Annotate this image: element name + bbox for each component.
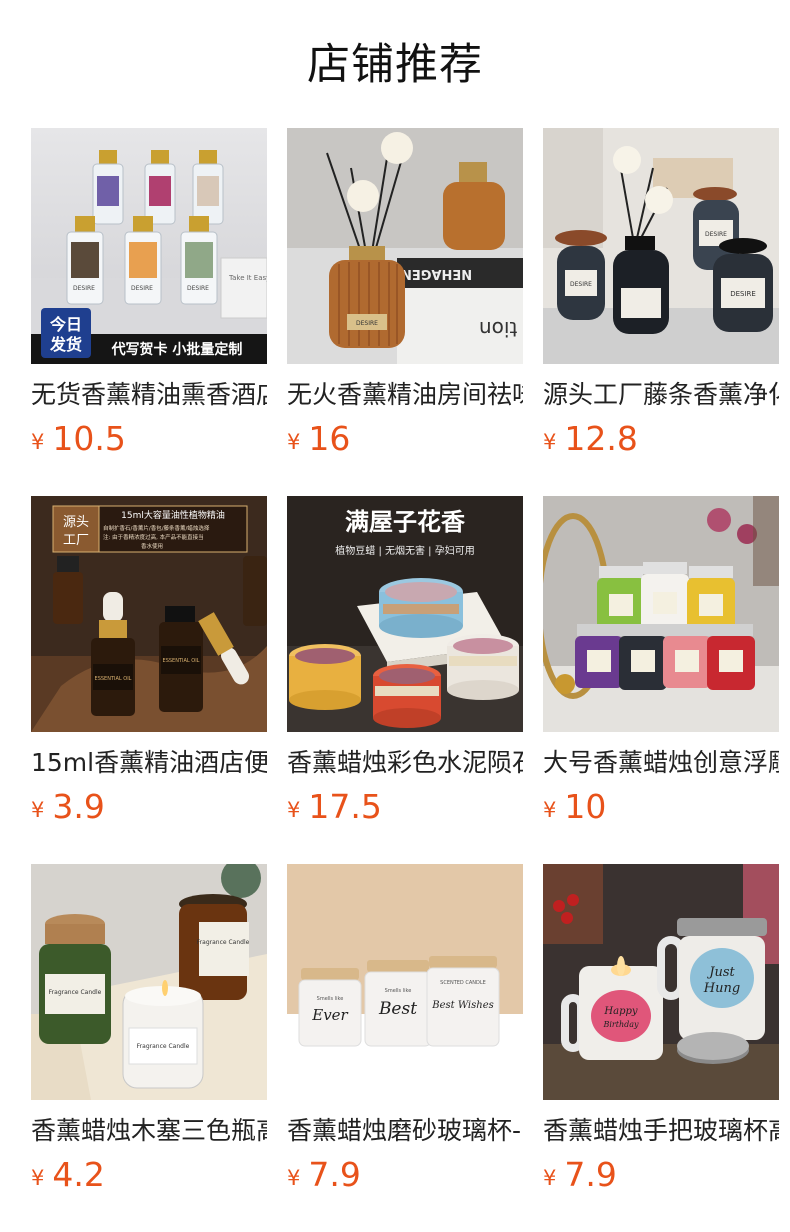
product-price: ¥10 xyxy=(543,787,606,827)
essential-oil-label: ESSENTIAL OIL xyxy=(163,658,200,664)
price-value: 17.5 xyxy=(308,787,382,826)
banner-line: 自制扩香石/香薰片/香包/藤条香薰/蜡烛选择 xyxy=(103,524,210,532)
product-name: 无货香薰精油熏香酒店 xyxy=(31,380,267,409)
best-wishes-label: Best Wishes xyxy=(431,1000,494,1011)
desire-label: DESIRE xyxy=(705,231,727,238)
product-name: 香薰蜡烛手把玻璃杯高 xyxy=(543,1116,779,1145)
birthday-label: Birthday xyxy=(602,1020,639,1029)
price-value: 7.9 xyxy=(564,1155,617,1194)
price-value: 7.9 xyxy=(308,1155,361,1194)
headline-text: 满屋子花香 xyxy=(345,507,466,536)
product-name: 香薰蜡烛木塞三色瓶高 xyxy=(31,1116,267,1145)
badge-line-2: 发货 xyxy=(49,335,82,354)
frosted-candle-image[interactable]: Smells like Ever Smells like Best SCENTE… xyxy=(287,864,523,1100)
just-label: Just xyxy=(706,965,735,980)
mug-candle-image[interactable]: Happy Birthday Just Hung xyxy=(543,864,779,1100)
product-name: 香薰蜡烛彩色水泥陨石 xyxy=(287,748,523,777)
essential-oil-image[interactable]: 源头 工厂 15ml大容量油性植物精油 自制扩香石/香薰片/香包/藤条香薰/蜡烛… xyxy=(31,496,267,732)
price-value: 10 xyxy=(564,787,607,826)
currency-symbol: ¥ xyxy=(31,430,45,454)
ever-label: Ever xyxy=(311,1006,348,1024)
cement-candle-image[interactable]: 满屋子花香 植物豆蜡 | 无烟无害 | 孕妇可用 xyxy=(287,496,523,732)
product-price: ¥7.9 xyxy=(287,1155,361,1195)
smells-like-label: Smells like xyxy=(385,988,412,994)
happy-label: Happy xyxy=(603,1006,637,1017)
badge-line-1: 今日 xyxy=(49,315,82,334)
product-card[interactable]: Take It Easy DESIRE DESIRE DESIRE 今日 发货 … xyxy=(31,128,267,468)
price-value: 16 xyxy=(308,419,351,458)
banner-title: 15ml大容量油性植物精油 xyxy=(121,509,225,521)
fragrance-candle-label: Fragrance Candle xyxy=(49,989,102,996)
banner-line: 注: 由于香精浓度过高, 本产品不能直接当 xyxy=(103,533,204,541)
page-title: 店铺推荐 xyxy=(307,40,483,90)
price-value: 12.8 xyxy=(564,419,638,458)
book-label: NEHAGEN xyxy=(401,266,472,281)
desire-label: DESIRE xyxy=(187,285,209,292)
badge-line-2: 工厂 xyxy=(63,533,89,548)
product-price: ¥3.9 xyxy=(31,787,105,827)
reed-diffuser-bottles-image[interactable]: Take It Easy DESIRE DESIRE DESIRE 今日 发货 … xyxy=(31,128,267,364)
product-name: 无火香薰精油房间祛味 xyxy=(287,380,523,409)
store-recommendations-page: 店铺推荐 Take It Easy DESIRE DESIRE DESIRE 今… xyxy=(0,0,790,1232)
smells-like-label: Smells like xyxy=(317,996,344,1002)
price-value: 10.5 xyxy=(52,419,126,458)
product-price: ¥10.5 xyxy=(31,419,126,459)
desire-label: DESIRE xyxy=(131,285,153,292)
desire-label: DESIRE xyxy=(356,320,378,327)
product-name: 源头工厂藤条香薰净化 xyxy=(543,380,779,409)
desire-label: DESIRE xyxy=(730,290,756,298)
product-card[interactable]: 满屋子花香 植物豆蜡 | 无烟无害 | 孕妇可用 香薰蜡烛彩色水泥陨石 ¥ 17… xyxy=(287,496,523,836)
take-it-easy-label: Take It Easy xyxy=(228,274,267,282)
cork-jar-candle-image[interactable]: Fragrance Candle Fragrance Candle Fragra… xyxy=(31,864,267,1100)
amber-diffuser-image[interactable]: NEHAGEN tion DESIRE xyxy=(287,128,523,364)
subline-text: 植物豆蜡 | 无烟无害 | 孕妇可用 xyxy=(335,544,474,557)
currency-symbol: ¥ xyxy=(287,1166,301,1190)
product-price: ¥16 xyxy=(287,419,350,459)
product-card[interactable]: 大号香薰蜡烛创意浮雕 ¥10 xyxy=(543,496,779,836)
fragrance-candle-label: Fragrance Candle xyxy=(197,939,250,946)
product-price: ¥17.5 xyxy=(287,787,382,827)
price-value: 4.2 xyxy=(52,1155,105,1194)
currency-symbol: ¥ xyxy=(287,798,301,822)
currency-symbol: ¥ xyxy=(31,798,45,822)
banner-line: 香水使用 xyxy=(141,542,163,550)
currency-symbol: ¥ xyxy=(543,430,557,454)
fragrance-candle-label: Fragrance Candle xyxy=(137,1043,190,1050)
product-card[interactable]: Fragrance Candle Fragrance Candle Fragra… xyxy=(31,864,267,1204)
best-label: Best xyxy=(378,999,417,1019)
product-price: ¥7.9 xyxy=(543,1155,617,1195)
currency-symbol: ¥ xyxy=(543,798,557,822)
product-name: 香薰蜡烛磨砂玻璃杯- xyxy=(287,1116,522,1145)
essential-oil-label: ESSENTIAL OIL xyxy=(95,676,132,682)
badge-line-1: 源头 xyxy=(63,515,89,530)
product-name: 大号香薰蜡烛创意浮雕 xyxy=(543,748,779,777)
product-name: 15ml香薰精油酒店便携 xyxy=(31,748,267,777)
hung-label: Hung xyxy=(703,981,740,996)
product-card[interactable]: Smells like Ever Smells like Best SCENTE… xyxy=(287,864,523,1204)
desire-label: DESIRE xyxy=(570,281,592,288)
dark-diffuser-image[interactable]: DESIRE DESIRE DESIRE xyxy=(543,128,779,364)
book-label: tion xyxy=(479,317,517,341)
currency-symbol: ¥ xyxy=(543,1166,557,1190)
currency-symbol: ¥ xyxy=(31,1166,45,1190)
jar-candles-image[interactable] xyxy=(543,496,779,732)
product-price: ¥4.2 xyxy=(31,1155,105,1195)
currency-symbol: ¥ xyxy=(287,430,301,454)
product-card[interactable]: NEHAGEN tion DESIRE 无火香薰精油房间祛味 ¥ 16 xyxy=(287,128,523,468)
product-card[interactable]: Happy Birthday Just Hung 香薰蜡烛手把玻璃杯高 ¥7.9 xyxy=(543,864,779,1204)
scented-candle-label: SCENTED CANDLE xyxy=(440,980,486,986)
product-card[interactable]: DESIRE DESIRE DESIRE 源头工厂藤条香薰净化 ¥ 12.8 xyxy=(543,128,779,468)
product-card[interactable]: 源头 工厂 15ml大容量油性植物精油 自制扩香石/香薰片/香包/藤条香薰/蜡烛… xyxy=(31,496,267,836)
promo-banner-text: 代写贺卡 小批量定制 xyxy=(111,341,243,358)
price-value: 3.9 xyxy=(52,787,105,826)
desire-label: DESIRE xyxy=(73,285,95,292)
product-price: ¥12.8 xyxy=(543,419,638,459)
